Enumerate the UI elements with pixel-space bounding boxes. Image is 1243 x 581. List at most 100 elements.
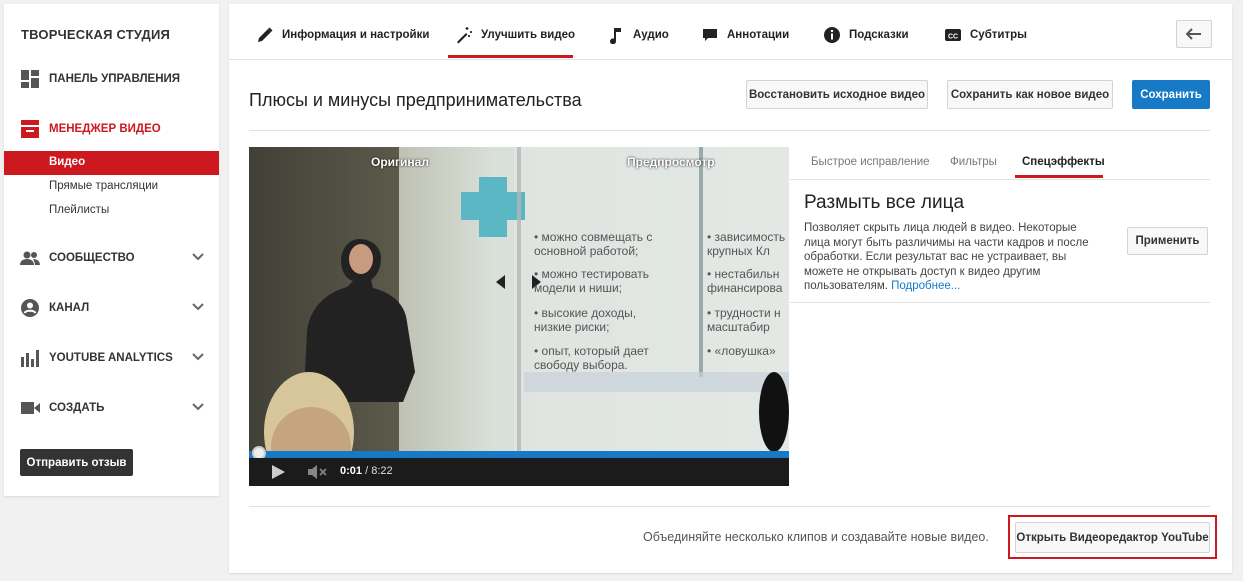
active-tab-indicator — [448, 55, 573, 58]
speech-bubble-icon — [703, 29, 717, 41]
slide-text-right-5: масштабир — [707, 320, 770, 334]
chevron-down-icon[interactable] — [191, 250, 205, 264]
tab-subtitles[interactable]: CC Субтитры — [944, 24, 1027, 46]
tab-label: Субтитры — [970, 29, 1027, 41]
sidebar-subitem-playlists[interactable]: Плейлисты — [4, 199, 219, 223]
slide-text-right-2: • нестабильн — [707, 267, 779, 281]
original-label: Оригинал — [371, 155, 429, 169]
music-note-icon — [610, 28, 621, 44]
studio-title[interactable]: ТВОРЧЕСКАЯ СТУДИЯ — [21, 27, 170, 42]
sidebar-subitem-label: Плейлисты — [49, 204, 110, 216]
dashboard-icon — [21, 70, 39, 88]
sidebar-item-channel[interactable]: КАНАЛ — [4, 296, 219, 320]
tab-cards[interactable]: Подсказки — [823, 24, 909, 46]
tab-label: Аудио — [633, 29, 669, 41]
slide-text-left-6: • опыт, который дает — [534, 344, 649, 358]
tab-enhance-video[interactable]: Улучшить видео — [455, 24, 575, 46]
slide-text-right-4: • трудности н — [707, 306, 781, 320]
chevron-down-icon[interactable] — [191, 350, 205, 364]
divider — [249, 506, 1210, 507]
subtab-filters[interactable]: Фильтры — [950, 156, 997, 168]
editor-promo-text: Объединяйте несколько клипов и создавайт… — [643, 530, 989, 544]
subtab-quick-fixes[interactable]: Быстрое исправление — [811, 156, 930, 168]
slide-text-left-3: модели и ниши; — [534, 281, 622, 295]
video-title: Плюсы и минусы предпринимательства — [249, 90, 582, 110]
send-feedback-button[interactable]: Отправить отзыв — [20, 449, 133, 476]
slide-text-left-2: • можно тестировать — [534, 267, 649, 281]
slide-text-right-1: крупных Кл — [707, 244, 770, 258]
restore-original-button[interactable]: Восстановить исходное видео — [746, 80, 928, 109]
community-icon — [20, 251, 40, 265]
progress-bar[interactable] — [249, 451, 789, 458]
sidebar-item-label: СОЗДАТЬ — [49, 402, 105, 414]
play-icon[interactable] — [271, 465, 285, 479]
video-manager-icon — [21, 120, 39, 138]
slide-text-left-1: основной работой; — [534, 244, 638, 258]
info-icon — [824, 27, 840, 43]
mute-icon[interactable] — [307, 465, 329, 479]
slide-text-left-4: • высокие доходы, — [534, 306, 636, 320]
video-frame: • можно совмещать с основной работой; • … — [249, 147, 789, 451]
chevron-down-icon[interactable] — [191, 400, 205, 414]
slide-text-right-0: • зависимость — [707, 230, 785, 244]
tab-info-settings[interactable]: Информация и настройки — [256, 24, 429, 46]
learn-more-link[interactable]: Подробнее... — [891, 280, 960, 292]
sidebar-item-label: СООБЩЕСТВО — [49, 252, 135, 264]
tab-audio[interactable]: Аудио — [607, 24, 669, 46]
enhance-subtabs: Быстрое исправление Фильтры Спецэффекты — [790, 147, 1210, 180]
tab-label: Аннотации — [727, 29, 790, 41]
pencil-icon — [258, 27, 273, 42]
tab-label: Информация и настройки — [282, 29, 430, 41]
preview-label: Предпросмотр — [627, 155, 715, 169]
player-controls: 0:01 / 8:22 — [249, 458, 789, 486]
main-panel: Информация и настройки Улучшить видео Ау… — [229, 4, 1232, 573]
active-subtab-indicator — [1015, 175, 1103, 178]
sidebar-item-label: КАНАЛ — [49, 302, 90, 314]
subtab-blurring-effects[interactable]: Спецэффекты — [1022, 156, 1105, 168]
sidebar-subitem-live[interactable]: Прямые трансляции — [4, 175, 219, 199]
save-as-new-button[interactable]: Сохранить как новое видео — [947, 80, 1113, 109]
video-player[interactable]: • можно совмещать с основной работой; • … — [249, 147, 789, 486]
cc-icon: CC — [945, 29, 961, 41]
effect-description: Позволяет скрыть лица людей в видео. Нек… — [804, 221, 1094, 294]
channel-icon — [21, 299, 39, 317]
chevron-down-icon[interactable] — [191, 300, 205, 314]
time-current: 0:01 — [340, 465, 363, 477]
sidebar-subitem-label: Прямые трансляции — [49, 180, 159, 192]
slide-text-left-7: свободу выбора. — [534, 358, 628, 372]
sidebar-item-video-manager[interactable]: МЕНЕДЖЕР ВИДЕО — [4, 117, 219, 141]
sidebar-item-create[interactable]: СОЗДАТЬ — [4, 396, 219, 420]
back-button[interactable] — [1176, 20, 1212, 48]
divider — [249, 130, 1210, 131]
sidebar-item-label: МЕНЕДЖЕР ВИДЕО — [49, 123, 161, 135]
sidebar-item-community[interactable]: СООБЩЕСТВО — [4, 246, 219, 270]
apply-button[interactable]: Применить — [1127, 227, 1208, 255]
sidebar-subitem-label: Видео — [49, 156, 86, 168]
slide-text-right-3: финансирова — [707, 281, 783, 295]
slide-text-left-5: низкие риски; — [534, 320, 609, 334]
save-button[interactable]: Сохранить — [1132, 80, 1210, 109]
arrow-left-icon — [1186, 28, 1201, 40]
analytics-icon — [21, 350, 39, 367]
editor-tabs: Информация и настройки Улучшить видео Ау… — [229, 4, 1232, 60]
tab-annotations[interactable]: Аннотации — [701, 24, 789, 46]
open-video-editor-button[interactable]: Открыть Видеоредактор YouTube — [1015, 522, 1210, 553]
effect-title: Размыть все лица — [804, 192, 965, 213]
create-icon — [21, 402, 40, 414]
sidebar: ТВОРЧЕСКАЯ СТУДИЯ ПАНЕЛЬ УПРАВЛЕНИЯ МЕНЕ… — [4, 4, 219, 496]
svg-text:CC: CC — [948, 34, 958, 41]
sidebar-item-analytics[interactable]: YOUTUBE ANALYTICS — [4, 346, 219, 370]
sidebar-subitem-videos[interactable]: Видео — [4, 151, 219, 175]
magic-wand-icon — [457, 27, 472, 44]
sidebar-item-label: ПАНЕЛЬ УПРАВЛЕНИЯ — [49, 73, 181, 85]
slide-text-left-0: • можно совмещать с — [534, 230, 652, 244]
tab-label: Улучшить видео — [481, 29, 576, 41]
sidebar-item-dashboard[interactable]: ПАНЕЛЬ УПРАВЛЕНИЯ — [4, 67, 219, 91]
video-still: • можно совмещать с основной работой; • … — [249, 147, 789, 451]
sidebar-item-label: YOUTUBE ANALYTICS — [49, 352, 173, 364]
divider — [790, 302, 1210, 303]
slide-text-right-6: • «ловушка» — [707, 344, 776, 358]
tab-label: Подсказки — [849, 29, 909, 41]
time-display: 0:01 / 8:22 — [340, 465, 393, 477]
time-total: / 8:22 — [362, 465, 393, 477]
